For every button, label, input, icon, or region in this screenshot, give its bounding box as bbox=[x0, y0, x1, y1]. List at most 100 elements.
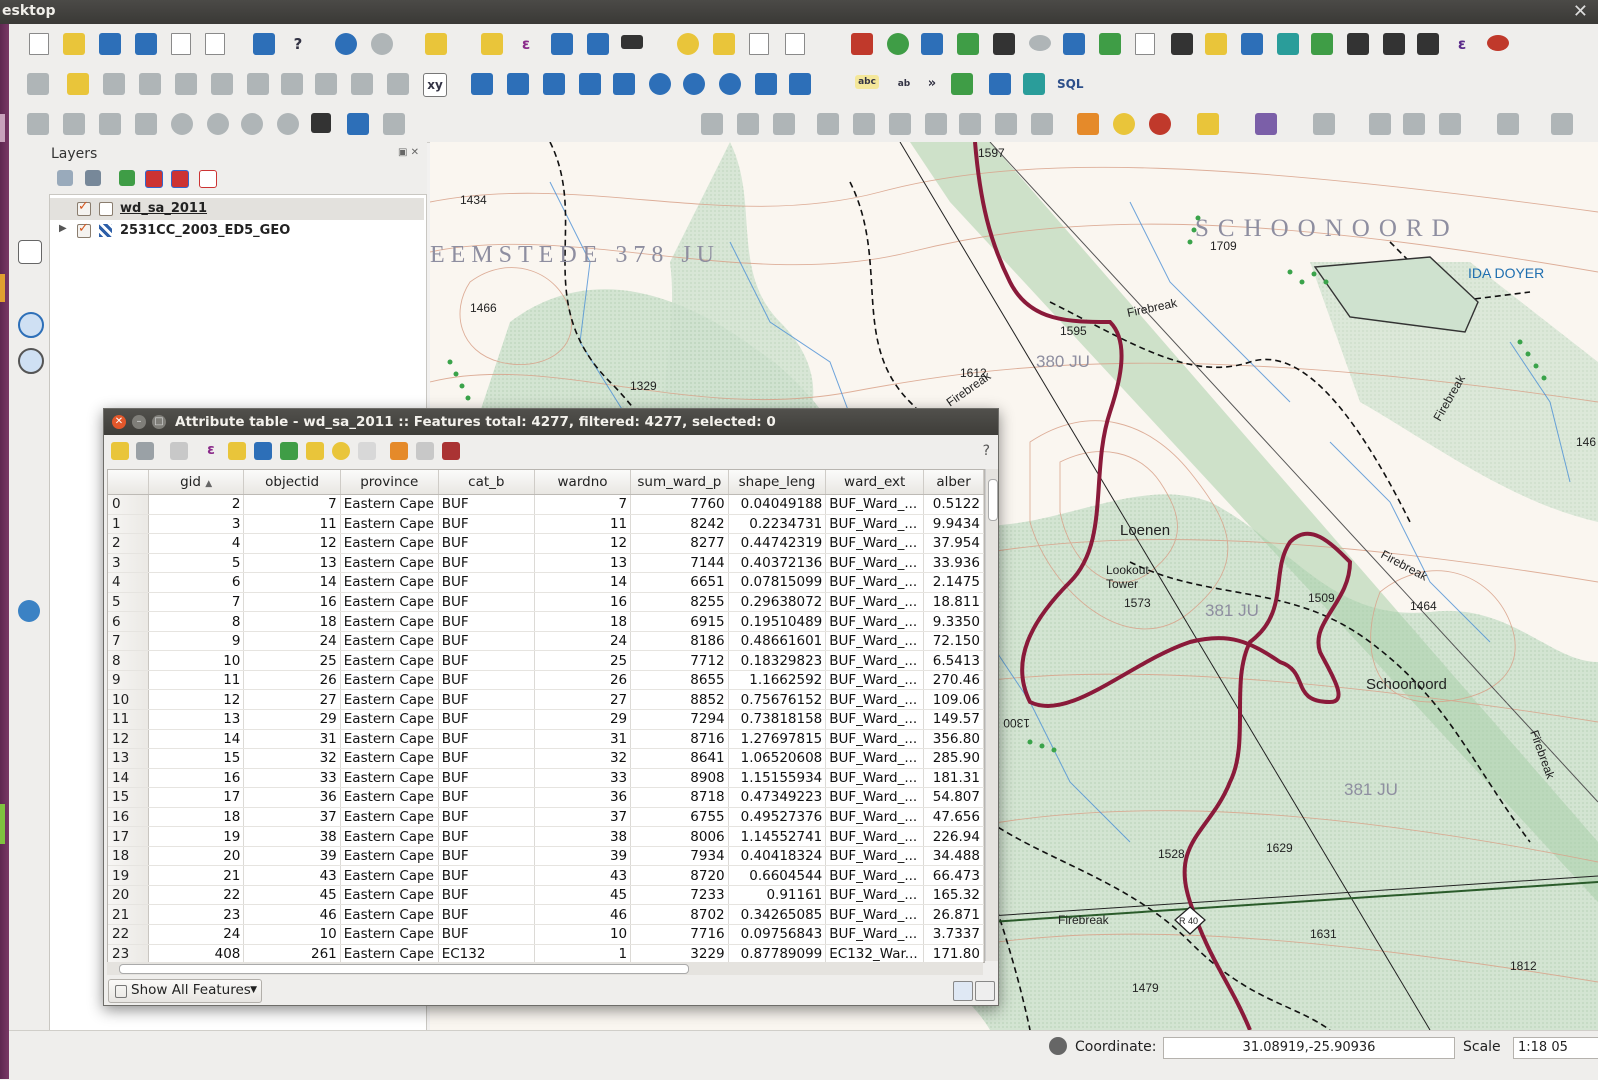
table-cell[interactable]: 24 bbox=[534, 631, 632, 652]
table-cell[interactable]: 17 bbox=[148, 787, 245, 808]
annotation-extra-icon[interactable] bbox=[1551, 113, 1573, 135]
layer-item[interactable]: ▶ 2531CC_2003_ED5_GEO bbox=[50, 220, 424, 242]
table-row[interactable]: 6 8 18 Eastern Cape BUF 18 6915 0.19510489 BUF_W… bbox=[108, 611, 984, 632]
save-project-icon[interactable] bbox=[99, 33, 121, 55]
table-cell[interactable]: Eastern Cape bbox=[340, 729, 439, 750]
table-cell[interactable]: 16 bbox=[243, 592, 341, 613]
delete-column-icon[interactable] bbox=[416, 442, 434, 460]
georeferencer-icon[interactable] bbox=[1255, 113, 1277, 135]
table-cell[interactable]: BUF bbox=[438, 553, 535, 574]
table-cell[interactable]: 45 bbox=[243, 885, 341, 906]
table-cell[interactable]: 0.87789099 bbox=[728, 944, 827, 962]
table-row[interactable]: 21 23 46 Eastern Cape BUF 46 8702 0.34265085 BUF… bbox=[108, 904, 984, 926]
row-number[interactable]: 3 bbox=[108, 553, 149, 574]
annotation-move-icon[interactable] bbox=[1497, 113, 1519, 135]
table-cell[interactable]: 7144 bbox=[630, 553, 729, 574]
dialog-close-button[interactable]: ✕ bbox=[112, 415, 126, 429]
table-cell[interactable]: BUF bbox=[438, 494, 535, 515]
table-cell[interactable]: BUF_Ward_... bbox=[825, 514, 925, 535]
row-number[interactable]: 0 bbox=[108, 494, 149, 515]
add-postgis-icon[interactable] bbox=[543, 73, 565, 95]
label-pin-icon[interactable]: ab bbox=[893, 73, 915, 95]
show-bookmarks-icon[interactable] bbox=[749, 33, 769, 55]
raster-plugin-icon[interactable] bbox=[1099, 33, 1121, 55]
table-cell[interactable]: BUF_Ward_... bbox=[825, 729, 925, 750]
plugin-map-icon[interactable] bbox=[921, 33, 943, 55]
plugin-africa-icon[interactable] bbox=[1417, 33, 1439, 55]
table-cell[interactable]: 8242 bbox=[630, 514, 729, 535]
row-number[interactable]: 12 bbox=[108, 729, 149, 750]
table-cell[interactable]: Eastern Cape bbox=[340, 787, 439, 808]
table-cell[interactable]: BUF bbox=[438, 689, 535, 711]
column-header[interactable]: province bbox=[340, 470, 439, 495]
table-cell[interactable]: 36 bbox=[243, 787, 341, 808]
add-wms-icon[interactable] bbox=[649, 73, 671, 95]
zoom-native-icon[interactable] bbox=[18, 384, 40, 406]
table-cell[interactable]: BUF_Ward_... bbox=[825, 768, 925, 789]
remove-layer-icon[interactable] bbox=[199, 170, 217, 188]
table-cell[interactable]: 16 bbox=[148, 768, 245, 789]
screenshot-icon[interactable] bbox=[1171, 33, 1193, 55]
panel-float-close-icon[interactable]: ▣ ✕ bbox=[398, 147, 419, 158]
plugin-pen-icon[interactable] bbox=[1205, 33, 1227, 55]
offset-curve-icon[interactable] bbox=[853, 113, 875, 135]
table-cell[interactable]: BUF_Ward_... bbox=[825, 572, 925, 593]
digitize-icon[interactable] bbox=[387, 73, 409, 95]
table-cell[interactable]: 6.5413 bbox=[923, 650, 984, 671]
zoom-to-selected-icon[interactable] bbox=[332, 442, 350, 460]
table-cell[interactable]: 1 bbox=[534, 944, 632, 962]
table-cell[interactable]: 0.48661601 bbox=[728, 631, 827, 652]
table-cell[interactable]: 72.150 bbox=[923, 631, 984, 652]
table-cell[interactable]: BUF bbox=[438, 709, 535, 730]
annotation-svg-icon[interactable] bbox=[1439, 113, 1461, 135]
table-cell[interactable]: 0.6604544 bbox=[728, 865, 827, 886]
simplify-icon[interactable] bbox=[135, 113, 157, 135]
plugin-db-icon[interactable] bbox=[1023, 73, 1045, 95]
table-row[interactable]: 23 408 261 Eastern Cape EC132 1 3229 0.87789099… bbox=[108, 944, 984, 962]
table-cell[interactable]: 10 bbox=[534, 924, 632, 945]
table-cell[interactable]: 13 bbox=[148, 709, 245, 730]
pin-labels-icon[interactable] bbox=[959, 113, 981, 135]
filter-legend-icon[interactable] bbox=[119, 170, 135, 186]
table-cell[interactable]: 38 bbox=[534, 826, 632, 847]
pan-to-selection-icon[interactable] bbox=[18, 276, 40, 298]
table-cell[interactable]: 18.811 bbox=[923, 592, 984, 613]
table-cell[interactable]: 0.40418324 bbox=[728, 846, 827, 867]
table-cell[interactable]: 2 bbox=[148, 494, 245, 515]
table-row[interactable]: 7 9 24 Eastern Cape BUF 24 8186 0.48661601 BUF_W… bbox=[108, 631, 984, 652]
row-number[interactable]: 4 bbox=[108, 572, 149, 593]
table-cell[interactable]: 7 bbox=[243, 494, 341, 515]
show-labels-icon[interactable] bbox=[995, 113, 1017, 135]
table-cell[interactable]: Eastern Cape bbox=[340, 748, 439, 769]
table-cell[interactable]: 20 bbox=[148, 846, 245, 867]
table-cell[interactable]: 12 bbox=[534, 533, 632, 554]
table-cell[interactable]: Eastern Cape bbox=[340, 670, 439, 691]
toolbar-overflow-icon[interactable]: » bbox=[921, 73, 943, 95]
toggle-editing-icon[interactable] bbox=[67, 73, 89, 95]
table-cell[interactable]: 0.34265085 bbox=[728, 904, 827, 926]
help-icon[interactable] bbox=[253, 33, 275, 55]
table-cell[interactable]: 12 bbox=[243, 533, 341, 554]
add-spatialite-icon[interactable] bbox=[579, 73, 601, 95]
table-cell[interactable]: BUF bbox=[438, 631, 535, 652]
table-cell[interactable]: Eastern Cape bbox=[340, 865, 439, 886]
new-print-layout-icon[interactable] bbox=[171, 33, 191, 55]
measure-icon[interactable] bbox=[621, 35, 643, 49]
delete-selected-icon[interactable] bbox=[170, 442, 188, 460]
row-number[interactable]: 16 bbox=[108, 807, 149, 828]
split-parts-icon[interactable] bbox=[737, 113, 759, 135]
table-cell[interactable]: 21 bbox=[148, 865, 245, 886]
table-cell[interactable]: 8277 bbox=[630, 533, 729, 554]
table-cell[interactable]: 8720 bbox=[630, 865, 729, 886]
table-cell[interactable]: 38 bbox=[243, 826, 341, 847]
table-cell[interactable]: Eastern Cape bbox=[340, 494, 439, 515]
new-column-icon[interactable] bbox=[390, 442, 408, 460]
table-cell[interactable]: Eastern Cape bbox=[340, 514, 439, 535]
table-cell[interactable]: BUF bbox=[438, 826, 535, 847]
table-row[interactable]: 16 18 37 Eastern Cape BUF 37 6755 0.49527376 BUF… bbox=[108, 807, 984, 828]
current-edits-icon[interactable] bbox=[27, 73, 49, 95]
table-cell[interactable]: 171.80 bbox=[923, 944, 984, 962]
pan-to-selected-icon[interactable] bbox=[306, 442, 324, 460]
annotation-tool-icon[interactable] bbox=[1313, 113, 1335, 135]
table-cell[interactable]: 47.656 bbox=[923, 807, 984, 828]
